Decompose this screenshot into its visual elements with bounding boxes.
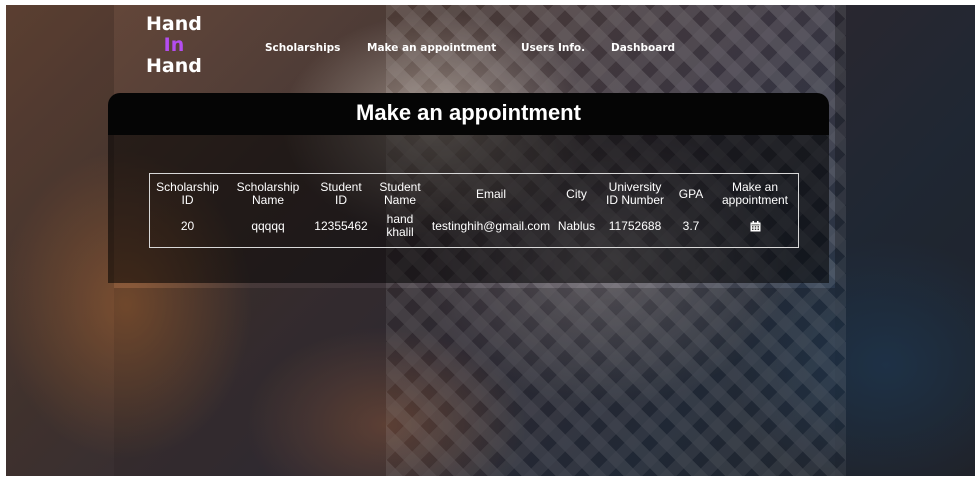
cell-scholarship-name: qqqqq [251, 218, 285, 233]
cell-student-name: hand khalil [371, 212, 429, 240]
column-header-gpa: GPA [670, 174, 712, 212]
background-shade-right [835, 5, 975, 476]
header-text: ID [181, 193, 194, 207]
header-text: Email [475, 186, 506, 201]
brand-logo-line2: In [163, 34, 185, 56]
column-header-make-appointment: Make an appointment [712, 174, 798, 212]
appointments-table: Scholarship ID Scholarship Name Student … [150, 174, 798, 240]
cell-scholarship-id: 20 [180, 218, 195, 233]
cell-make-appointment [712, 212, 798, 240]
column-header-university-id: University ID Number [600, 174, 670, 212]
brand-logo[interactable]: Hand In Hand [146, 14, 202, 77]
background-shade-left [6, 5, 114, 476]
table-row: 20 qqqqq 12355462 hand khalil testinghih… [150, 212, 798, 240]
student-name-line2: khalil [386, 225, 414, 239]
appointments-table-frame: Scholarship ID Scholarship Name Student … [149, 173, 799, 248]
nav-item-users-info[interactable]: Users Info. [521, 42, 585, 54]
brand-logo-line1: Hand [146, 13, 202, 35]
nav-item-dashboard[interactable]: Dashboard [611, 42, 675, 54]
background-shade-lower [114, 288, 835, 476]
header-text: ID [335, 193, 347, 207]
header-text: GPA [678, 186, 704, 201]
cell-student-id: 12355462 [314, 218, 368, 233]
cell-email: testinghih@gmail.com [431, 218, 551, 233]
brand-logo-line3: Hand [146, 55, 202, 77]
column-header-email: Email [429, 174, 553, 212]
calendar-icon[interactable] [750, 220, 761, 232]
nav-item-scholarships[interactable]: Scholarships [265, 42, 340, 54]
column-header-scholarship-id: Scholarship ID [150, 174, 225, 212]
panel-header: Make an appointment [108, 93, 829, 135]
column-header-student-name: Student Name [371, 174, 429, 212]
column-header-student-id: Student ID [311, 174, 371, 212]
header-text: City [566, 186, 587, 201]
cell-university-id: 11752688 [608, 218, 662, 233]
panel-body: Scholarship ID Scholarship Name Student … [108, 135, 829, 283]
header-text: ID Number [605, 193, 664, 207]
page-title: Make an appointment [356, 100, 581, 125]
cell-city: Nablus [557, 218, 596, 233]
header-text: appointment [721, 193, 789, 207]
cell-gpa: 3.7 [682, 218, 700, 233]
column-header-scholarship-name: Scholarship Name [225, 174, 311, 212]
header-text: Name [251, 193, 284, 207]
table-header-row: Scholarship ID Scholarship Name Student … [150, 174, 798, 212]
nav-item-make-appointment[interactable]: Make an appointment [367, 42, 496, 54]
column-header-city: City [553, 174, 600, 212]
header-text: Name [383, 193, 416, 207]
